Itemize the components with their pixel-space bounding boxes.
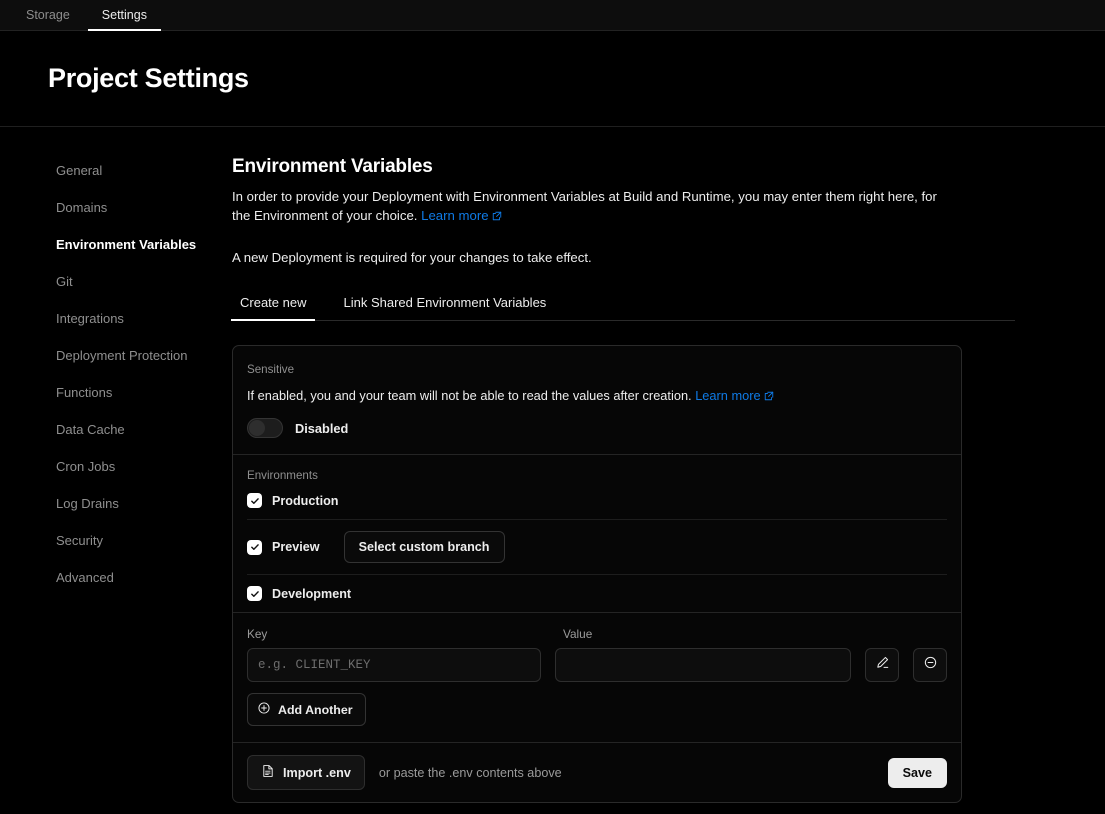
plus-circle-icon	[257, 701, 271, 718]
nav-tab-settings[interactable]: Settings	[86, 8, 163, 31]
sidebar-item-security[interactable]: Security	[56, 526, 232, 555]
main-content: Environment Variables In order to provid…	[231, 156, 1105, 814]
sensitive-toggle-row: Disabled	[247, 418, 947, 439]
section-title: Environment Variables	[232, 156, 433, 177]
external-link-icon	[764, 389, 774, 404]
sidebar-item-environment-variables[interactable]: Environment Variables	[56, 230, 232, 259]
sensitive-section: Sensitive If enabled, you and your team …	[233, 346, 961, 454]
import-hint-text: or paste the .env contents above	[378, 765, 562, 780]
checkbox-development[interactable]	[247, 586, 262, 602]
environments-label: Environments	[247, 469, 318, 483]
sensitive-description: If enabled, you and your team will not b…	[247, 388, 947, 404]
add-another-button[interactable]: Add Another	[247, 693, 366, 727]
pencil-icon	[875, 655, 890, 675]
create-new-card: Sensitive If enabled, you and your team …	[232, 345, 962, 804]
page-layout: General Domains Environment Variables Gi…	[0, 127, 1105, 814]
environment-row-development: Development	[233, 575, 961, 612]
checkbox-production[interactable]	[247, 493, 262, 509]
external-link-icon	[492, 208, 502, 227]
deployment-note: A new Deployment is required for your ch…	[232, 250, 592, 266]
key-value-headers: Key Value	[247, 627, 947, 641]
value-column-header: Value	[563, 627, 593, 642]
sidebar-item-functions[interactable]: Functions	[56, 378, 232, 407]
key-column-header: Key	[247, 627, 268, 642]
section-description-text: In order to provide your Deployment with…	[232, 189, 937, 223]
remove-icon-button[interactable]	[913, 648, 947, 683]
sensitive-label: Sensitive	[247, 363, 295, 377]
environment-row-production: Production	[233, 482, 961, 519]
add-another-label: Add Another	[278, 702, 353, 717]
sensitive-toggle[interactable]	[247, 418, 283, 439]
pencil-icon-button[interactable]	[865, 648, 899, 683]
environment-row-preview: Preview Select custom branch	[233, 520, 961, 574]
environment-label-production: Production	[272, 493, 339, 508]
sidebar-item-data-cache[interactable]: Data Cache	[56, 415, 232, 444]
sidebar-item-git[interactable]: Git	[56, 267, 232, 296]
settings-sidebar: General Domains Environment Variables Gi…	[0, 156, 232, 814]
environment-label-development: Development	[272, 586, 352, 601]
environment-label-preview: Preview	[272, 540, 320, 555]
inner-tabs: Create new Link Shared Environment Varia…	[231, 295, 1015, 322]
sidebar-item-log-drains[interactable]: Log Drains	[56, 489, 232, 518]
sidebar-item-integrations[interactable]: Integrations	[56, 304, 232, 333]
sidebar-item-general[interactable]: General	[56, 156, 232, 185]
import-env-label: Import .env	[283, 765, 351, 780]
save-button[interactable]: Save	[887, 757, 947, 788]
card-footer: Import .env or paste the .env contents a…	[233, 743, 961, 802]
nav-tab-storage[interactable]: Storage	[10, 8, 86, 31]
sensitive-toggle-state: Disabled	[295, 420, 349, 436]
toggle-knob	[249, 420, 265, 437]
section-description: In order to provide your Deployment with…	[232, 188, 958, 226]
document-icon	[261, 764, 275, 781]
sensitive-description-text: If enabled, you and your team will not b…	[247, 388, 692, 404]
minus-circle-icon	[923, 655, 938, 675]
learn-more-link[interactable]: Learn more	[421, 208, 488, 223]
checkbox-preview[interactable]	[247, 539, 262, 555]
tab-create-new[interactable]: Create new	[231, 295, 316, 322]
tab-link-shared-environment-variables[interactable]: Link Shared Environment Variables	[334, 295, 555, 320]
value-input[interactable]	[555, 648, 851, 683]
top-navigation: Storage Settings	[0, 0, 1105, 31]
key-input[interactable]	[247, 648, 542, 683]
sidebar-item-deployment-protection[interactable]: Deployment Protection	[56, 341, 232, 370]
import-env-button[interactable]: Import .env	[247, 755, 365, 791]
select-custom-branch-button[interactable]: Select custom branch	[343, 531, 505, 564]
sidebar-item-cron-jobs[interactable]: Cron Jobs	[56, 452, 232, 481]
sidebar-item-domains[interactable]: Domains	[56, 193, 232, 222]
sidebar-item-advanced[interactable]: Advanced	[56, 563, 232, 592]
environments-section: Environments Production Preview Select c…	[233, 455, 961, 612]
key-value-row	[247, 648, 947, 683]
sensitive-learn-more-link[interactable]: Learn more	[695, 388, 760, 403]
key-value-section: Key Value e.g. CLIENT_KEY Add Another	[233, 613, 961, 742]
page-title: Project Settings	[48, 63, 249, 93]
page-title-band: Project Settings	[0, 31, 1105, 127]
